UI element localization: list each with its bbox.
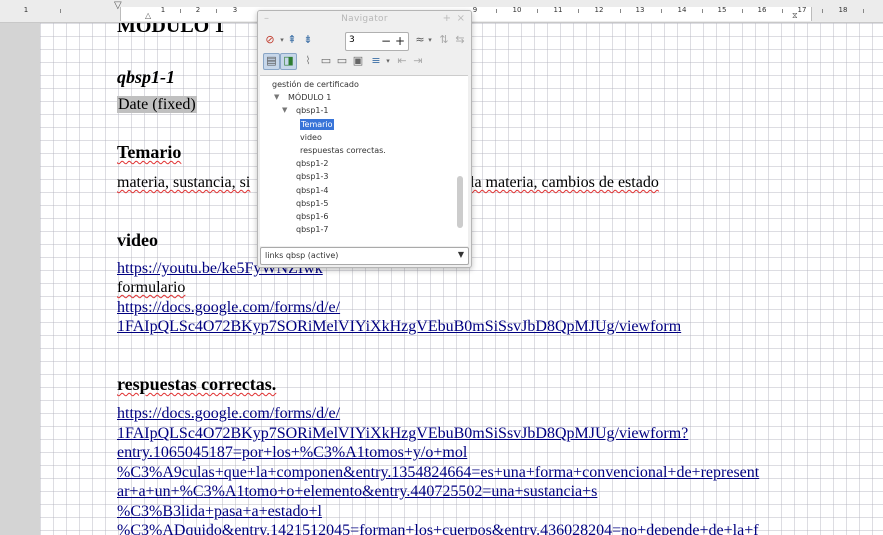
navigator-titlebar[interactable]: – Navigator + × bbox=[258, 11, 471, 29]
navigator-title: Navigator bbox=[341, 14, 388, 24]
temario-text-left: materia, sustancia, si bbox=[117, 174, 251, 191]
page-number-value[interactable]: 3 bbox=[349, 35, 355, 45]
ruler-number: 15 bbox=[717, 6, 727, 14]
ruler-number: 1 bbox=[23, 6, 29, 14]
ruler-number: 14 bbox=[677, 6, 687, 14]
ruler-number: 9 bbox=[472, 6, 478, 14]
answers-link-line[interactable]: %C3%A9culas+que+la+componen&entry.135482… bbox=[117, 464, 817, 482]
tree-item[interactable]: qbsp1-2 bbox=[296, 158, 328, 169]
reorder-icon[interactable]: ⇆ bbox=[453, 33, 467, 47]
tree-item[interactable]: video bbox=[300, 132, 322, 143]
demote-icon[interactable]: ⇥ bbox=[411, 54, 425, 68]
tree-item[interactable]: gestión de certificado bbox=[272, 79, 359, 90]
decrement-button[interactable]: − bbox=[379, 33, 393, 50]
form-link-line-2[interactable]: 1FAIpQLSc4O72BKyp7SORiMelVIYiXkHzgVEbuB0… bbox=[117, 318, 817, 336]
tree-item[interactable]: qbsp1-1 bbox=[296, 105, 328, 116]
ruler-number: 13 bbox=[635, 6, 645, 14]
document-select[interactable]: links qbsp (active) ▼ bbox=[260, 247, 469, 265]
anchor-icon[interactable]: ▣ bbox=[351, 54, 365, 68]
tab-stop-icon[interactable]: △ bbox=[145, 11, 151, 21]
respuestas-heading: respuestas correctas. bbox=[117, 374, 277, 394]
ruler-number: 12 bbox=[594, 6, 604, 14]
header-icon[interactable]: ▭ bbox=[319, 54, 333, 68]
date-field[interactable]: Date (fixed) bbox=[117, 96, 197, 113]
ruler-number: 10 bbox=[512, 6, 522, 14]
close-icon[interactable]: × bbox=[457, 13, 465, 24]
answers-link-line[interactable]: %C3%B3lida+pasa+a+estado+l bbox=[117, 503, 817, 521]
expand-arrow-icon[interactable]: ▼ bbox=[274, 92, 279, 103]
tree-item[interactable]: respuestas correctas. bbox=[300, 145, 386, 156]
tree-item[interactable]: qbsp1-5 bbox=[296, 198, 328, 209]
paperclip-icon[interactable]: ⌇ bbox=[301, 54, 315, 68]
footer-icon[interactable]: ▭ bbox=[335, 54, 349, 68]
next-page-icon[interactable]: ⇟ bbox=[301, 33, 315, 47]
previous-page-icon[interactable]: ⇞ bbox=[285, 33, 299, 47]
answers-link-line[interactable]: https://docs.google.com/forms/d/e/ bbox=[117, 405, 817, 423]
answers-link-line[interactable]: 1FAIpQLSc4O72BKyp7SORiMelVIYiXkHzgVEbuB0… bbox=[117, 425, 817, 443]
navigator-tree[interactable]: gestión de certificado ▼ MÓDULO 1 ▼ qbsp1-1 T… bbox=[260, 75, 468, 246]
tree-item[interactable]: qbsp1-3 bbox=[296, 171, 328, 182]
expand-arrow-icon[interactable]: ▼ bbox=[282, 105, 287, 116]
temario-heading: Temario bbox=[117, 142, 182, 162]
tree-item[interactable]: MÓDULO 1 bbox=[288, 92, 331, 103]
tree-scrollbar[interactable] bbox=[457, 176, 463, 228]
tree-item[interactable]: qbsp1-7 bbox=[296, 224, 328, 235]
tree-item[interactable]: qbsp1-4 bbox=[296, 185, 328, 196]
chevron-down-icon[interactable]: ▾ bbox=[423, 33, 437, 47]
navigator-toolbar-2: ▤ ◨ ⌇ ▭ ▭ ▣ ≡ ▾ ⇤ ⇥ bbox=[263, 52, 468, 72]
content-view-icon[interactable]: ◨ bbox=[280, 53, 297, 70]
list-box-icon[interactable]: ▤ bbox=[263, 53, 280, 70]
page-number-spinner[interactable]: 3 − + bbox=[345, 32, 409, 51]
promote-icon[interactable]: ⇤ bbox=[395, 54, 409, 68]
ruler-number: 3 bbox=[232, 6, 238, 14]
chevron-down-icon[interactable]: ▼ bbox=[458, 250, 464, 259]
ruler-number: 1 bbox=[160, 6, 166, 14]
answers-link-line[interactable]: entry.1065045187=por+los+%C3%A1tomos+y/o… bbox=[117, 444, 817, 462]
ruler-number: 2 bbox=[195, 6, 201, 14]
first-line-indent-icon[interactable]: ▽ bbox=[114, 1, 122, 11]
tree-item[interactable]: qbsp1-6 bbox=[296, 211, 328, 222]
chevron-down-icon[interactable]: ▾ bbox=[381, 54, 395, 68]
ruler-number: 17 bbox=[797, 6, 807, 14]
answers-link-line[interactable]: ar+a+un+%C3%A1tomo+o+elemento&entry.4407… bbox=[117, 483, 817, 501]
answers-link-line[interactable]: %C3%ADquido&entry.1421512045=forman+los+… bbox=[117, 522, 817, 535]
ruler-number: 16 bbox=[757, 6, 767, 14]
maximize-icon[interactable]: + bbox=[443, 13, 451, 24]
formulario-label: formulario bbox=[117, 279, 186, 296]
heading-level-icon[interactable]: ⇅ bbox=[437, 33, 451, 47]
ruler-number: 11 bbox=[553, 6, 563, 14]
increment-button[interactable]: + bbox=[393, 33, 407, 50]
document-select-value: links qbsp (active) bbox=[265, 251, 339, 260]
navigator-window[interactable]: – Navigator + × ⊘ ▾ ⇞ ⇟ 3 − + ≈ ▾ ⇅ ⇆ ▤ … bbox=[257, 10, 472, 268]
tree-item[interactable]: Temario bbox=[300, 118, 334, 130]
navigator-toolbar-1: ⊘ ▾ ⇞ ⇟ 3 − + ≈ ▾ ⇅ ⇆ bbox=[263, 31, 468, 51]
ruler-number: 18 bbox=[838, 6, 848, 14]
form-link-line-1[interactable]: https://docs.google.com/forms/d/e/ bbox=[117, 299, 817, 317]
temario-text-right: la materia, cambios de estado bbox=[470, 174, 659, 191]
